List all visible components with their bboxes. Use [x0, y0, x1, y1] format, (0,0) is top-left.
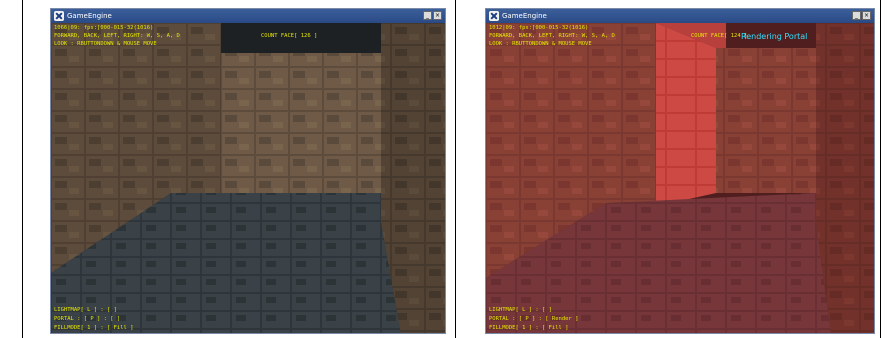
divider-middle [455, 0, 456, 338]
minimize-button[interactable]: _ [423, 11, 432, 20]
window-title: GameEngine [67, 12, 112, 20]
hud-controls-move: FORWARD, BACK, LEFT, RIGHT: W, S, A, D [54, 33, 180, 39]
hud-fillmode: FILLMODE[ 1 ] : [ Fill ] [489, 325, 569, 331]
hud-fps: 1012|09: fps:[000-015-32(1016) [489, 25, 589, 31]
hud-count-face: COUNT FACE[ 124 ] [691, 33, 748, 39]
hud-portal: PORTAL : [ P ] : [ Render ] [489, 316, 579, 322]
scene-render [486, 23, 874, 333]
title-bar: GameEngine _ × [486, 9, 874, 23]
close-button[interactable]: × [433, 11, 442, 20]
window-controls: _ × [852, 11, 871, 20]
game-window-right: GameEngine _ × 1012|09: fps:[000-015-32(… [485, 8, 875, 334]
window-title: GameEngine [502, 12, 547, 20]
minimize-button[interactable]: _ [852, 11, 861, 20]
hud-count-face: COUNT FACE[ 126 ] [261, 33, 318, 39]
hud-lightmap: LIGHTMAP[ L ] : [ ] [54, 307, 117, 313]
rendering-portal-label: Rendering Portal [741, 32, 808, 41]
scene-viewport[interactable]: 1012|09: fps:[000-015-32(1016) FORWARD, … [486, 23, 874, 333]
app-icon [489, 11, 499, 21]
window-controls: _ × [423, 11, 442, 20]
divider-right [880, 0, 881, 338]
hud-controls-move: FORWARD, BACK, LEFT, RIGHT: W, S, A, D [489, 33, 615, 39]
hud-controls-look: LOOK : RBUTTONDOWN & MOUSE MOVE [54, 41, 157, 47]
game-window-left: GameEngine _ × 1066|09: fps:[000-015-32(… [50, 8, 446, 334]
hud-fillmode: FILLMODE[ 1 ] : [ Fill ] [54, 325, 134, 331]
hud-controls-look: LOOK : RBUTTONDOWN & MOUSE MOVE [489, 41, 592, 47]
divider-left [22, 0, 23, 338]
hud-lightmap: LIGHTMAP[ L ] : [ ] [489, 307, 552, 313]
hud-portal: PORTAL : [ P ] : [ ] [54, 316, 121, 322]
hud-fps: 1066|09: fps:[000-015-32(1016) [54, 25, 154, 31]
scene-viewport[interactable]: 1066|09: fps:[000-015-32(1016) FORWARD, … [51, 23, 445, 333]
title-bar: GameEngine _ × [51, 9, 445, 23]
app-icon [54, 11, 64, 21]
scene-render [51, 23, 445, 333]
close-button[interactable]: × [862, 11, 871, 20]
